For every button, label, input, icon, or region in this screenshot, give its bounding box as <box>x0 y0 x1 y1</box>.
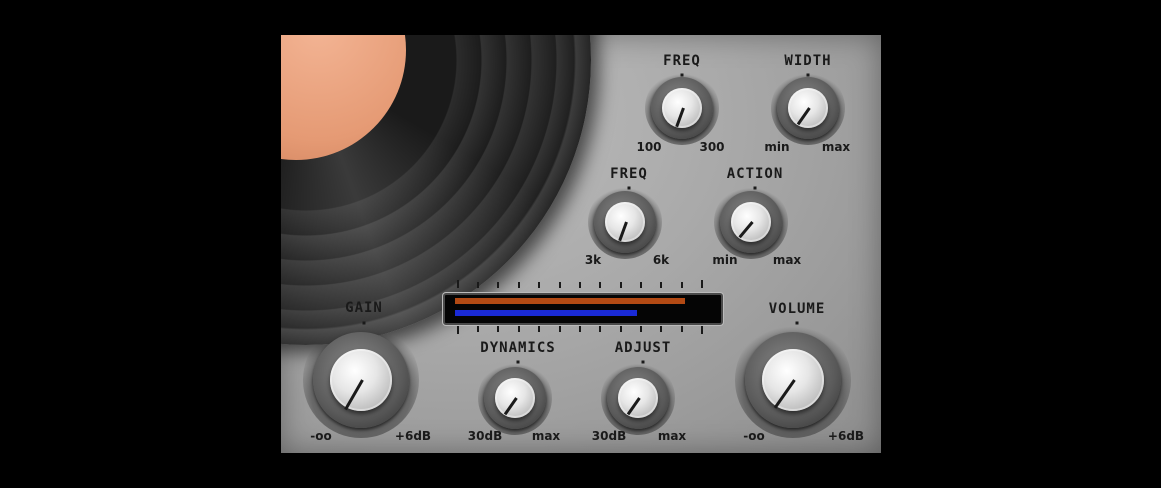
freq-mid-max: 6k <box>652 253 670 267</box>
action-label: ACTION <box>726 166 784 182</box>
action-knob[interactable] <box>713 184 789 260</box>
width-label: WIDTH <box>784 53 832 69</box>
freq-mid-label: FREQ <box>610 166 648 182</box>
freq-mid-min: 3k <box>584 253 602 267</box>
adjust-max: max <box>657 429 687 443</box>
volume-label: VOLUME <box>768 301 826 317</box>
freq-top-label: FREQ <box>663 53 701 69</box>
meter-bar-top <box>455 298 685 304</box>
gain-min: -oo <box>310 429 332 443</box>
width-min: min <box>764 140 790 154</box>
freq-top-max: 300 <box>699 140 725 154</box>
freq-top-min: 100 <box>636 140 662 154</box>
adjust-knob[interactable] <box>600 360 676 436</box>
volume-max: +6dB <box>827 429 865 443</box>
volume-min: -oo <box>743 429 765 443</box>
volume-knob[interactable] <box>735 322 851 438</box>
adjust-min: 30dB <box>591 429 627 443</box>
dynamics-min: 30dB <box>467 429 503 443</box>
freq-top-knob[interactable] <box>644 70 720 146</box>
dynamics-max: max <box>531 429 561 443</box>
dynamics-label: DYNAMICS <box>480 340 556 356</box>
width-knob[interactable] <box>770 70 846 146</box>
gain-label: GAIN <box>345 300 383 316</box>
action-min: min <box>712 253 738 267</box>
freq-mid-knob[interactable] <box>587 184 663 260</box>
dynamics-knob[interactable] <box>477 360 553 436</box>
meter-bar-bottom <box>455 310 637 316</box>
level-meter <box>443 293 723 325</box>
gain-max: +6dB <box>394 429 432 443</box>
width-max: max <box>821 140 851 154</box>
adjust-label: ADJUST <box>614 340 672 356</box>
gain-knob[interactable] <box>303 322 419 438</box>
action-max: max <box>772 253 802 267</box>
